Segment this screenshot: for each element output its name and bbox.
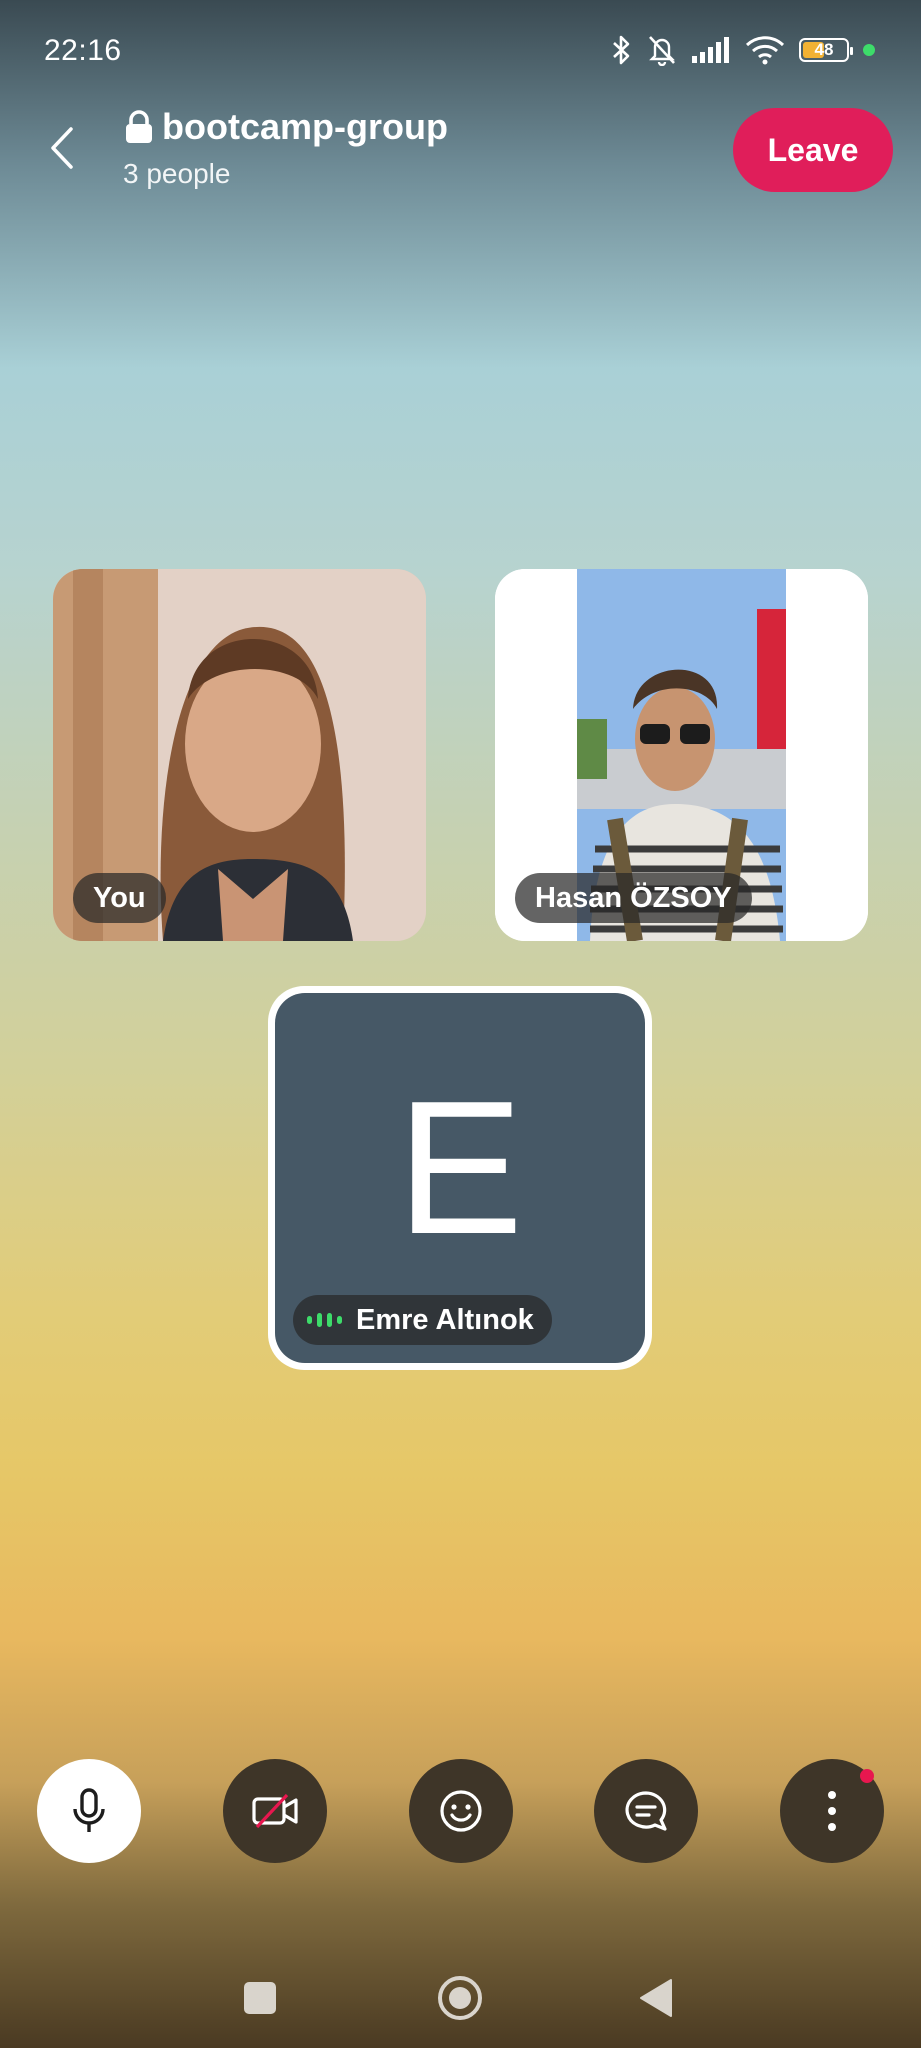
- participant-name: Emre Altınok: [356, 1303, 534, 1336]
- thread-button[interactable]: [594, 1759, 698, 1863]
- active-dot: [863, 44, 875, 56]
- speaking-indicator-icon: [307, 1313, 342, 1327]
- wifi-icon: [745, 36, 785, 65]
- participant-tile-emre[interactable]: E Emre Altınok: [275, 993, 645, 1363]
- more-icon: [828, 1791, 836, 1831]
- participant-name-pill: Emre Altınok: [293, 1295, 552, 1345]
- microphone-button[interactable]: [37, 1759, 141, 1863]
- status-icons: 48: [611, 30, 875, 70]
- participant-count: 3 people: [123, 158, 231, 189]
- participant-name: You: [73, 873, 166, 923]
- huddle-title-row: bootcamp-group: [124, 106, 448, 148]
- back-nav-button[interactable]: [636, 1968, 676, 2028]
- square-icon: [244, 1982, 276, 2014]
- bluetooth-icon: [613, 35, 630, 65]
- notification-badge: [860, 1769, 874, 1783]
- recents-nav-button[interactable]: [240, 1968, 280, 2028]
- emoji-icon: [440, 1790, 482, 1832]
- chat-icon: [625, 1791, 667, 1831]
- circle-home-icon: [438, 1976, 482, 2020]
- camera-off-icon: [252, 1793, 298, 1829]
- microphone-icon: [73, 1788, 105, 1832]
- muted-bell-icon: [649, 36, 675, 66]
- participant-tile-hasan[interactable]: Hasan ÖZSOY: [495, 569, 868, 941]
- leave-button[interactable]: Leave: [733, 108, 893, 192]
- participant-tile-you[interactable]: You: [53, 569, 426, 941]
- camera-toggle-button[interactable]: [223, 1759, 327, 1863]
- huddle-title: bootcamp-group: [162, 106, 448, 147]
- participant-name: Hasan ÖZSOY: [515, 873, 752, 923]
- home-nav-button[interactable]: [430, 1968, 490, 2028]
- lock-icon: [126, 110, 152, 143]
- reaction-button[interactable]: [409, 1759, 513, 1863]
- chevron-left-icon: [51, 127, 73, 169]
- back-button[interactable]: [40, 118, 84, 178]
- more-options-button[interactable]: [780, 1759, 884, 1863]
- battery-icon: 48: [799, 38, 853, 62]
- triangle-back-icon: [640, 1979, 672, 2017]
- status-time: 22:16: [44, 34, 122, 67]
- battery-level: 48: [814, 40, 834, 59]
- signal-icon: [692, 37, 729, 63]
- avatar-initial: E: [396, 1062, 524, 1274]
